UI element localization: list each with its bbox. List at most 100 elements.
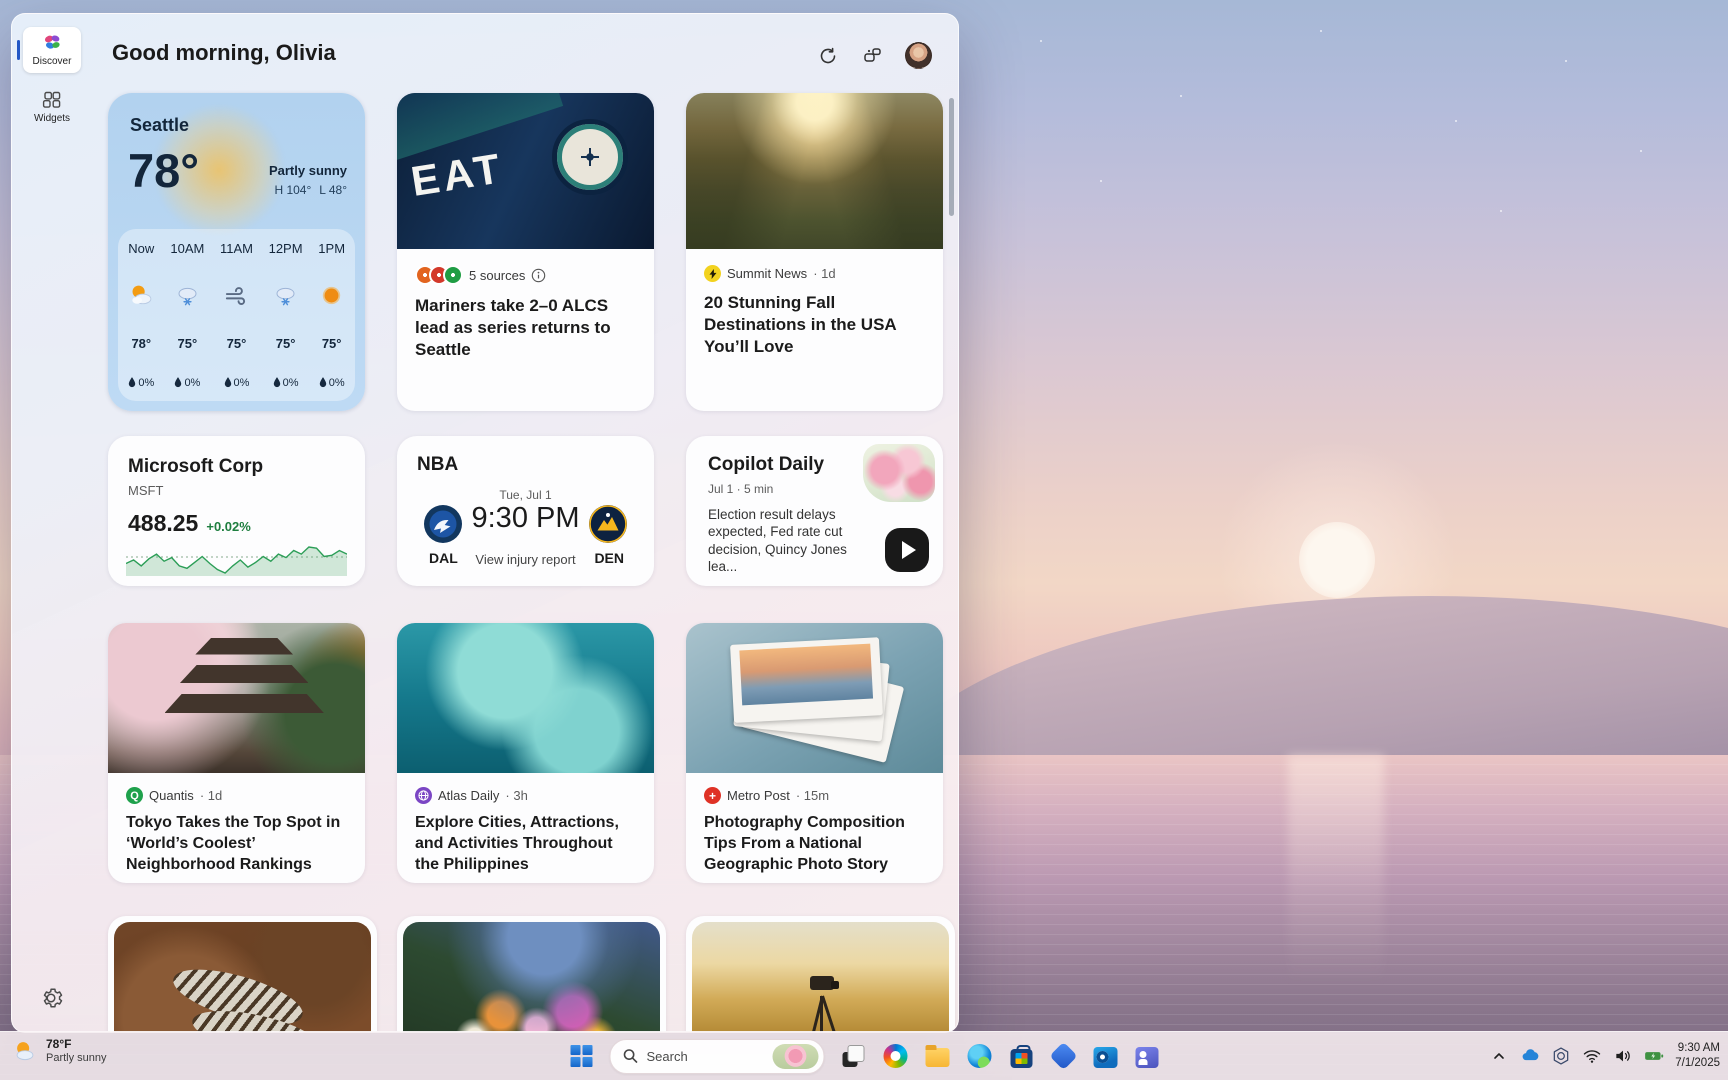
star [1100,180,1102,182]
folder-icon [925,1048,949,1067]
play-button[interactable] [885,528,929,572]
source-row: Summit News · 1d [704,265,925,282]
volume-button[interactable] [1613,1046,1633,1066]
search-label: Search [647,1049,765,1064]
microsoft-store-button[interactable] [1008,1043,1035,1070]
mariners-logo-patch [552,119,628,195]
chevron-up-icon [1492,1049,1506,1063]
nba-game-widget[interactable]: NBA Tue, Jul 1 9:30 PM DAL View injury r… [397,436,654,586]
source-name: Quantis [149,788,194,803]
edge-icon [967,1044,991,1068]
hidden-icons-button[interactable] [1489,1046,1509,1066]
search-box[interactable]: Search [610,1039,825,1074]
taskbar: 78°F Partly sunny Search [0,1031,1728,1080]
onedrive-button[interactable] [1520,1046,1540,1066]
security-badge-button[interactable] [1551,1046,1571,1066]
weather-high: H 104° [274,183,311,197]
weather-temperature: 78° [128,143,199,198]
weather-low: L 48° [319,183,347,197]
clock[interactable]: 9:30 AM 7/1/2025 [1675,1041,1720,1071]
teams-button[interactable] [1134,1043,1161,1070]
stock-company: Microsoft Corp [128,456,263,478]
weather-city: Seattle [130,115,189,136]
weather-summary: Partly sunny H 104°L 48° [266,163,347,197]
hexagon-badge-icon [1551,1046,1571,1066]
weather-widget[interactable]: Seattle 78° Partly sunny H 104°L 48° Now… [108,93,365,411]
news-card-fall-destinations[interactable]: Summit News · 1d 20 Stunning Fall Destin… [686,93,943,411]
weather-high-low: H 104° L 48° [266,183,347,197]
article-age: · 15m [796,788,829,803]
stock-widget[interactable]: Microsoft Corp MSFT 488.25 +0.02% [108,436,365,586]
rail-item-widgets[interactable]: Widgets [23,84,81,130]
scrollbar-thumb[interactable] [949,98,954,216]
stock-ticker: MSFT [128,483,163,498]
summit-news-icon [704,265,721,282]
outlook-button[interactable] [1092,1043,1119,1070]
star [1500,210,1502,212]
gear-icon [39,986,63,1010]
news-card-partial-flowers[interactable] [397,916,666,1033]
taskbar-weather-button[interactable]: 78°F Partly sunny [12,1037,107,1066]
news-card-partial-camera[interactable] [686,916,955,1033]
panel-rail: Discover Widgets [12,14,90,1032]
file-explorer-button[interactable] [924,1043,951,1070]
feedback-button[interactable] [861,45,883,67]
m365-copilot-button[interactable] [1050,1043,1077,1070]
profile-avatar[interactable] [905,42,932,69]
taskbar-weather-temp: 78°F [46,1037,107,1052]
snow-cloud-icon [272,282,299,309]
news-headline: Photography Composition Tips From a Nati… [704,813,925,875]
info-icon[interactable] [531,268,546,283]
sources-label: 5 sources [469,268,525,283]
stock-price: 488.25 [128,510,198,537]
droplet-icon [174,377,182,388]
refresh-button[interactable] [817,45,839,67]
copilot-icon [883,1044,907,1068]
droplet-icon [128,377,136,388]
rail-item-discover[interactable]: Discover [23,27,81,73]
news-card-photography[interactable]: + Metro Post · 15m Photography Compositi… [686,623,943,883]
quantis-icon: Q [126,787,143,804]
settings-button[interactable] [39,986,63,1010]
battery-button[interactable] [1644,1046,1664,1066]
news-card-tokyo[interactable]: Q Quantis · 1d Tokyo Takes the Top Spot … [108,623,365,883]
copilot-button[interactable] [882,1043,909,1070]
copilot-daily-widget[interactable]: Copilot Daily Jul 1 · 5 min Election res… [686,436,943,586]
panel-content: Good morning, Olivia Seattle [90,14,958,1032]
taskbar-weather-condition: Partly sunny [46,1052,107,1066]
article-age: · 1d [813,266,835,281]
widgets-icon [42,90,62,110]
news-card-partial-food[interactable] [108,916,377,1033]
refresh-icon [818,46,838,66]
news-card-mariners[interactable]: EAT 5 sources Marin [397,93,654,411]
jersey-letters: EAT [408,144,507,206]
news-headline: Explore Cities, Attractions, and Activit… [415,813,636,875]
star [1455,120,1457,122]
teams-icon [1136,1047,1159,1068]
sunny-icon [318,282,345,309]
mariners-jersey-image: EAT [397,93,654,249]
home-team: DEN [594,550,624,566]
moon-reflection [1288,755,1384,985]
edge-button[interactable] [966,1043,993,1070]
speaker-icon [1613,1046,1633,1066]
copilot-daily-title: Copilot Daily [708,454,824,476]
hour-column: Now 78° 0% [128,241,155,389]
wind-icon [223,282,250,309]
task-view-button[interactable] [840,1043,867,1070]
hour-label: 12PM [269,241,303,256]
source-icons [415,265,463,285]
start-button[interactable] [568,1043,595,1070]
news-card-philippines[interactable]: Atlas Daily · 3h Explore Cities, Attract… [397,623,654,883]
wifi-button[interactable] [1582,1046,1602,1066]
source-icon [443,265,463,285]
hour-column: 12PM 75° 0% [269,241,303,389]
photo-print [730,637,883,723]
hourly-forecast: Now 78° 0% 10AM [118,229,355,401]
droplet-icon [273,377,281,388]
search-icon [623,1048,639,1064]
hour-precip: 0% [128,377,154,389]
hour-temp: 75° [178,336,198,351]
onedrive-cloud-icon [1520,1045,1540,1067]
grilled-fish-image [114,922,371,1033]
